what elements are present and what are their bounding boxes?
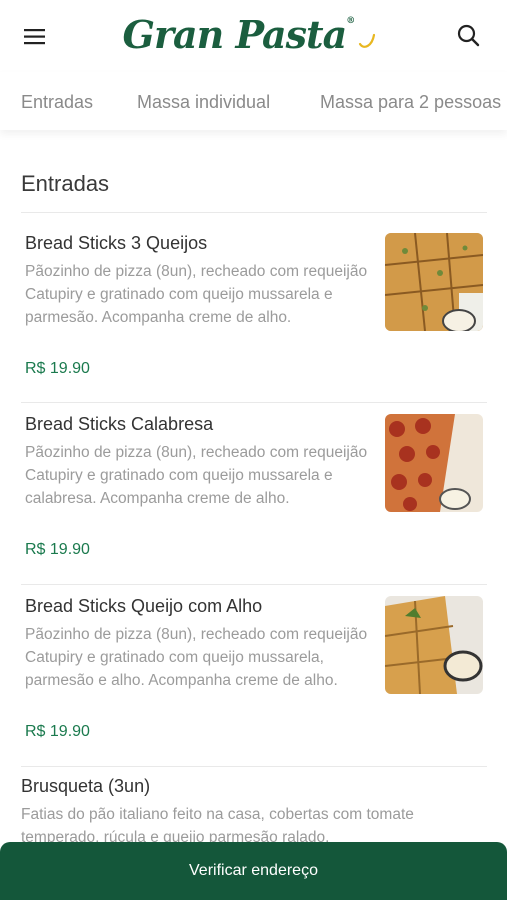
section-title: Entradas [21,171,110,196]
logo-text: Gran Pasta [122,12,348,57]
item-description: Pãozinho de pizza (8un), recheado com re… [25,263,368,326]
app-header: Gran Pasta® [0,0,507,72]
divider [21,584,487,585]
menu-item-bread-sticks-3-queijos[interactable]: Bread Sticks 3 Queijos Pãozinho de pizza… [0,233,507,383]
brand-logo: Gran Pasta® [0,12,507,57]
item-title: Bread Sticks Calabresa [25,414,214,434]
menu-item-bread-sticks-calabresa[interactable]: Bread Sticks Calabresa Pãozinho de pizza… [0,414,507,564]
logo-swoosh [359,33,376,48]
item-price: R$ 19.90 [25,541,90,558]
divider [21,766,487,767]
menu-item-brusqueta-title[interactable]: Brusqueta (3un) [21,776,150,797]
item-title: Bread Sticks 3 Queijos [25,233,208,253]
divider [21,402,487,403]
tab-massa-para-2-pessoas[interactable]: Massa para 2 pessoas [320,92,501,113]
item-photo [385,233,483,331]
item-photo [385,414,483,512]
category-tabs: Entradas Massa individual Massa para 2 p… [0,72,507,130]
item-price: R$ 19.90 [25,723,90,740]
tab-entradas[interactable]: Entradas [21,92,93,113]
search-icon[interactable] [455,22,483,50]
item-photo [385,596,483,694]
item-description: Pãozinho de pizza (8un), recheado com re… [25,444,368,507]
verify-address-button[interactable]: Verificar endereço [0,842,507,900]
menu-item-bread-sticks-queijo-com-alho[interactable]: Bread Sticks Queijo com Alho Pãozinho de… [0,596,507,746]
tab-massa-individual[interactable]: Massa individual [137,92,270,113]
registered-mark: ® [346,16,355,26]
item-title: Bread Sticks Queijo com Alho [25,596,263,616]
item-price: R$ 19.90 [25,360,90,377]
item-description: Pãozinho de pizza (8un), recheado com re… [25,626,368,689]
divider [21,212,487,213]
